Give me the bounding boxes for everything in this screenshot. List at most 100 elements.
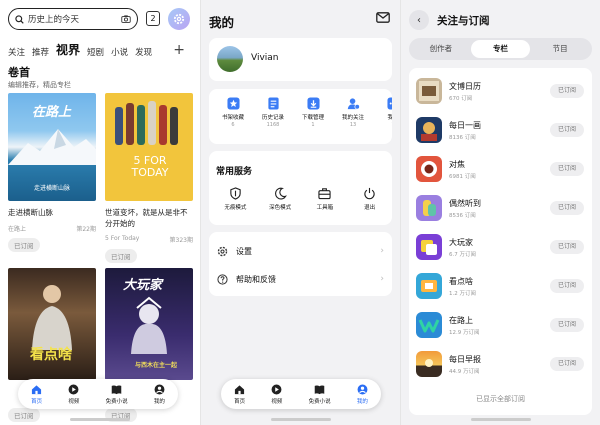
subscriptions-panel: ‹ 关注与订阅 创作者 专栏 节目 文博日历 670 订阅 已订阅 每日一画 8…	[400, 0, 600, 425]
nav-home-label: 首页	[31, 398, 43, 405]
avatar	[217, 46, 243, 72]
subscribed-button[interactable]: 已订阅	[550, 123, 584, 137]
nav-video[interactable]: 视频	[271, 384, 282, 405]
card-episode: 第22期	[76, 226, 96, 233]
help-label: 帮助和反馈	[236, 274, 276, 284]
subscribed-button[interactable]: 已订阅	[550, 279, 584, 293]
channel-name: 在路上	[449, 316, 473, 325]
profile-icon	[357, 384, 368, 394]
bottom-nav: 首页 视频 免费小说 我的	[221, 379, 381, 409]
nav-home[interactable]: 首页	[31, 384, 42, 405]
subscription-row[interactable]: 看点啥 1.2 万订阅 已订阅	[409, 271, 592, 301]
card-title: 走进横断山脉	[8, 208, 53, 217]
service-label: 无痕模式	[224, 205, 247, 211]
tab-short-drama[interactable]: 短剧	[87, 46, 104, 58]
tab-vision[interactable]: 视界	[56, 41, 80, 58]
service-label: 退出	[364, 205, 376, 211]
card-episode: 第323期	[169, 237, 193, 244]
subscribed-button[interactable]: 已订阅	[550, 240, 584, 254]
subscribed-button[interactable]: 已订阅	[8, 238, 40, 252]
channel-logo	[416, 312, 442, 338]
column-card[interactable]: 5 FOR TODAY 世道变坏，就是从是非不分开始的 5 For Today 第…	[105, 93, 193, 263]
channel-logo	[416, 273, 442, 299]
nav-me[interactable]: 我的	[154, 384, 165, 405]
gear-icon	[217, 246, 228, 256]
home-icon	[32, 384, 42, 394]
message-count-badge[interactable]: 2	[146, 11, 160, 26]
discover-panel: 历史上的今天 2 关注 推荐 视界 短剧 小说 发现 + 卷首 编辑推荐，精品专…	[0, 0, 200, 425]
tab-creators[interactable]: 创作者	[411, 40, 471, 58]
service-label: 深色模式	[269, 205, 292, 211]
tab-discover[interactable]: 发现	[135, 46, 152, 58]
incognito-icon	[230, 187, 241, 200]
tab-follow[interactable]: 关注	[8, 46, 25, 58]
channel-logo	[416, 234, 442, 260]
settings-button[interactable]	[168, 8, 190, 30]
mail-icon[interactable]	[376, 12, 390, 23]
subscription-row[interactable]: 每日一画 8136 订阅 已订阅	[409, 115, 592, 145]
quick-follows[interactable]: 我的关注 13	[333, 97, 373, 128]
more-icon	[386, 97, 392, 110]
subscription-row[interactable]: 大玩家 6.7 万订阅 已订阅	[409, 232, 592, 262]
camera-icon[interactable]	[121, 15, 131, 23]
settings-row[interactable]: 设置 ›	[217, 238, 384, 264]
service-toolbox[interactable]: 工具箱	[303, 187, 347, 211]
user-card[interactable]: Vivian	[209, 38, 392, 81]
search-icon	[15, 14, 24, 24]
subscription-row[interactable]: 文博日历 670 订阅 已订阅	[409, 76, 592, 106]
subscriber-count: 12.9 万订阅	[449, 330, 480, 336]
tab-programs[interactable]: 节目	[530, 40, 590, 58]
nav-novel-label: 免费小说	[105, 398, 128, 405]
quick-downloads[interactable]: 下载管理 1	[293, 97, 333, 128]
help-row[interactable]: 帮助和反馈 ›	[217, 266, 384, 292]
nav-novel[interactable]: 免费小说	[106, 384, 128, 405]
subscriber-count: 1.2 万订阅	[449, 291, 476, 297]
quick-access-card: 书架收藏 6 历史记录 1168 下载管理 1 我的关注 13 我的 1	[209, 89, 392, 144]
quick-history[interactable]: 历史记录 1168	[253, 97, 293, 128]
quick-count: 1	[391, 122, 392, 128]
tab-novel[interactable]: 小说	[111, 46, 128, 58]
tab-recommend[interactable]: 推荐	[32, 46, 49, 58]
channel-logo	[416, 117, 442, 143]
quick-bookshelf[interactable]: 书架收藏 6	[213, 97, 253, 128]
subscribed-button[interactable]: 已订阅	[550, 84, 584, 98]
add-tab-icon[interactable]: +	[173, 42, 185, 58]
nav-novel[interactable]: 免费小说	[309, 384, 331, 405]
power-icon	[364, 187, 375, 200]
subscribed-button[interactable]: 已订阅	[550, 318, 584, 332]
back-button[interactable]: ‹	[409, 10, 429, 30]
subscription-row[interactable]: 在路上 12.9 万订阅 已订阅	[409, 310, 592, 340]
username: Vivian	[251, 53, 279, 63]
nav-video[interactable]: 视频	[68, 384, 79, 405]
quick-more[interactable]: 我的 1	[373, 97, 392, 128]
channel-logo	[416, 78, 442, 104]
column-card[interactable]: 在路上 走进横断山脉 走进横断山脉 在路上 第22期 已订阅	[8, 93, 96, 252]
subscribed-button[interactable]: 已订阅	[8, 408, 40, 422]
moon-icon	[274, 187, 287, 200]
chevron-left-icon: ‹	[417, 14, 421, 26]
channel-logo	[416, 195, 442, 221]
nav-home[interactable]: 首页	[234, 384, 245, 405]
search-bar[interactable]: 历史上的今天	[8, 8, 138, 30]
subscribed-button[interactable]: 已订阅	[105, 249, 137, 263]
subscribed-button[interactable]: 已订阅	[550, 201, 584, 215]
channel-logo	[416, 351, 442, 377]
subscriber-count: 670 订阅	[449, 96, 473, 102]
subscribed-button[interactable]: 已订阅	[550, 357, 584, 371]
nav-novel-label: 免费小说	[308, 398, 331, 405]
subscription-row[interactable]: 对焦 6981 订阅 已订阅	[409, 154, 592, 184]
service-dark-mode[interactable]: 深色模式	[258, 187, 302, 211]
card-title: 世道变坏，就是从是非不分开始的	[105, 208, 188, 228]
service-label: 工具箱	[316, 205, 334, 211]
quick-count: 1168	[266, 122, 280, 128]
service-incognito[interactable]: 无痕模式	[213, 187, 257, 211]
quick-count: 6	[231, 122, 235, 128]
subscribed-button[interactable]: 已订阅	[550, 162, 584, 176]
channel-name: 偶然听到	[449, 199, 481, 208]
tab-columns[interactable]: 专栏	[470, 40, 531, 58]
page-title: 我的	[209, 15, 235, 30]
subscription-row[interactable]: 每日早报 44.9 万订阅 已订阅	[409, 349, 592, 379]
service-logout[interactable]: 退出	[348, 187, 392, 211]
nav-me[interactable]: 我的	[357, 384, 368, 405]
subscription-row[interactable]: 偶然听到 8536 订阅 已订阅	[409, 193, 592, 223]
